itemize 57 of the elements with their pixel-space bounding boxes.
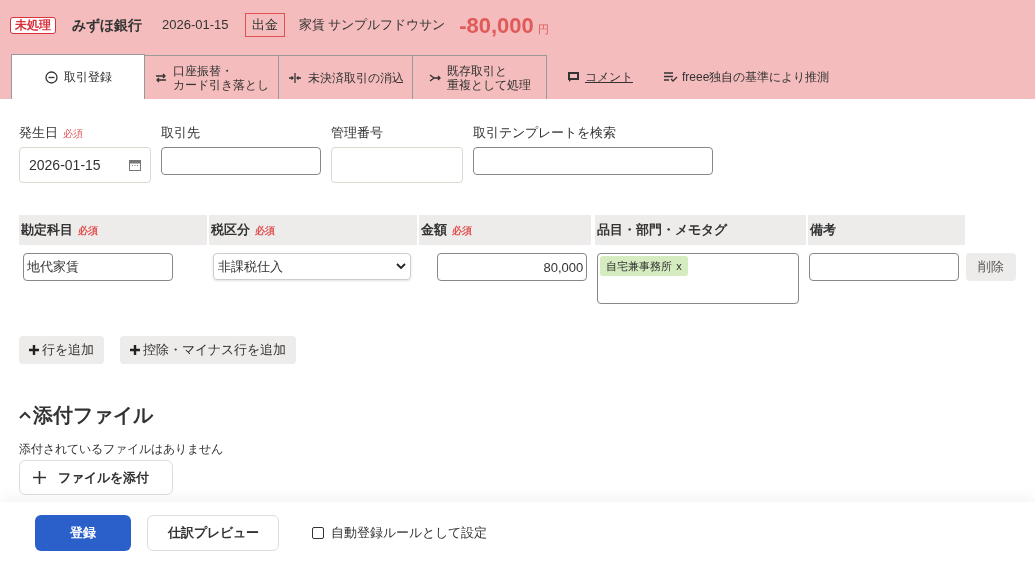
text-field[interactable] — [161, 147, 321, 175]
status-badge: 未処理 — [10, 16, 56, 34]
required-label: 必須 — [78, 223, 98, 238]
direction-badge: 出金 — [244, 13, 285, 37]
column-header: 勘定科目 必須 — [19, 215, 207, 245]
converging-arrows-icon — [287, 72, 302, 83]
tab[interactable]: 口座振替・ カード引き落とし — [145, 55, 279, 99]
calendar-icon — [129, 159, 141, 171]
date-field[interactable]: 2026-01-15 — [19, 147, 151, 183]
preview-button[interactable]: 仕訳プレビュー — [147, 514, 279, 551]
field-label: 取引テンプレートを検索 — [473, 124, 616, 142]
submit-button[interactable]: 登録 — [35, 514, 131, 551]
transaction-amount: -80,000 — [459, 11, 534, 40]
transaction-description: 家賃 サンプルフドウサン — [298, 16, 446, 35]
required-label: 必須 — [452, 223, 472, 238]
plus-icon — [130, 345, 140, 355]
required-label: 必須 — [255, 223, 275, 238]
field-label: 発生日 — [19, 124, 58, 142]
speech-bubble-icon — [568, 72, 579, 82]
tax-select[interactable]: 非課税仕入 — [213, 253, 412, 280]
field-label: 取引先 — [161, 124, 200, 142]
empty-message: 添付されているファイルはありません — [19, 441, 224, 458]
attach-file-button[interactable]: ファイルを添付 — [19, 460, 173, 495]
tab[interactable]: 既存取引と 重複として処理 — [413, 55, 547, 99]
comment-link[interactable]: コメント — [585, 68, 633, 86]
currency-label: 円 — [537, 21, 549, 37]
column-header: 金額 必須 — [419, 215, 591, 245]
tab[interactable]: 未決済取引の消込 — [279, 55, 413, 99]
swap-arrows-icon — [154, 72, 167, 83]
add-row-button[interactable]: 行を追加 — [19, 336, 104, 364]
amount-field[interactable]: 80,000 — [437, 253, 588, 281]
minus-circle-icon — [44, 70, 58, 84]
tab[interactable]: 取引登録 — [11, 54, 145, 99]
tag-field[interactable]: 自宅兼事務所 x — [597, 253, 800, 304]
guess-note: freee独自の基準により推測 — [682, 69, 830, 86]
checkbox[interactable] — [312, 526, 324, 539]
caret-up-icon[interactable] — [19, 411, 31, 419]
add-row-button[interactable]: 控除・マイナス行を追加 — [120, 336, 296, 364]
column-header: 税区分 必須 — [209, 215, 417, 245]
text-field[interactable] — [473, 147, 713, 175]
delete-button[interactable]: 削除 — [966, 253, 1016, 281]
transaction-date: 2026-01-15 — [162, 16, 229, 35]
column-header: 備考 — [808, 215, 965, 245]
account-field[interactable]: 地代家賃 — [23, 253, 173, 281]
list-check-icon — [664, 72, 678, 82]
tag-chip[interactable]: 自宅兼事務所 x — [600, 256, 688, 276]
field-label: 管理番号 — [331, 124, 383, 142]
column-header: 品目・部門・メモタグ — [595, 215, 806, 245]
checkbox-label: 自動登録ルールとして設定 — [331, 523, 487, 542]
plus-icon — [29, 345, 39, 355]
plus-icon — [33, 471, 46, 484]
required-label: 必須 — [63, 127, 83, 141]
chevron-down-icon — [396, 263, 407, 270]
merge-arrow-icon — [428, 72, 441, 83]
note-field[interactable] — [809, 253, 960, 281]
bank-name: みずほ銀行 — [72, 15, 142, 35]
section-title: 添付ファイル — [33, 403, 153, 428]
